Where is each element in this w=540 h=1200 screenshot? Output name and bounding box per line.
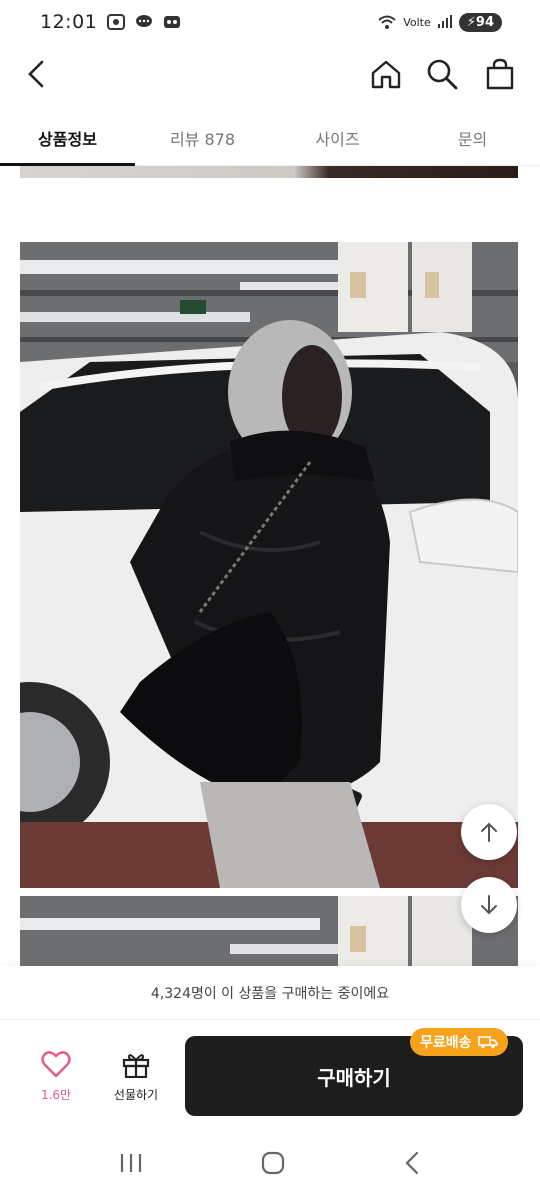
status-time: 12:01: [40, 11, 98, 33]
gallery-icon: [107, 14, 126, 30]
scroll-down-button[interactable]: [461, 877, 517, 933]
photo-illustration: [20, 242, 518, 888]
product-photo: [20, 242, 518, 888]
free-shipping-label: 무료배송: [420, 1035, 472, 1051]
battery-level: 94: [475, 14, 494, 30]
cart-button[interactable]: [480, 54, 520, 94]
home-system-button[interactable]: [260, 1150, 286, 1180]
back-system-button[interactable]: [402, 1150, 422, 1180]
truck-icon: [477, 1036, 498, 1049]
search-button[interactable]: [422, 54, 462, 94]
home-circle-icon: [261, 1151, 285, 1175]
gift-button[interactable]: 선물하기: [100, 1050, 172, 1103]
signal-icon: [437, 15, 452, 28]
status-right: Volte ⚡94: [377, 12, 502, 32]
photo-illustration-next: [20, 896, 518, 966]
shopping-bag-icon: [486, 58, 514, 90]
recent-apps-button[interactable]: [118, 1152, 144, 1178]
voicemail-icon: [164, 16, 181, 28]
search-icon: [427, 59, 458, 90]
home-icon: [371, 60, 401, 89]
heart-icon: [41, 1051, 71, 1078]
product-image-top-edge: [20, 166, 518, 178]
like-count: 1.6만: [40, 1088, 72, 1102]
chevron-left-icon: [28, 60, 44, 88]
status-bar: 12:01 Volte ⚡94: [0, 0, 540, 44]
tab-size[interactable]: 사이즈: [270, 110, 405, 165]
gift-icon: [122, 1054, 150, 1079]
free-shipping-badge: 무료배송: [410, 1028, 508, 1056]
like-button[interactable]: 1.6만: [20, 1050, 92, 1103]
tab-inquiry[interactable]: 문의: [405, 110, 540, 165]
wifi-icon: [378, 15, 396, 29]
arrow-down-icon: [481, 895, 497, 915]
battery-indicator: ⚡94: [458, 12, 502, 32]
home-button[interactable]: [366, 54, 406, 94]
system-navigation-bar: [0, 1130, 540, 1200]
message-icon: [136, 15, 153, 27]
arrow-up-icon: [481, 822, 497, 842]
buyers-count-banner: 4,324명이 이 상품을 구매하는 중이에요: [0, 966, 540, 1020]
purchase-action-bar: 1.6만 선물하기 구매하기 무료배송: [0, 1020, 540, 1130]
tab-product-info[interactable]: 상품정보: [0, 110, 135, 166]
buyers-count-text: 4,324명이 이 상품을 구매하는 중이에요: [150, 985, 390, 1002]
product-detail-content[interactable]: [0, 166, 540, 966]
back-chevron-icon: [405, 1151, 419, 1175]
product-tabs: 상품정보 리뷰 878 사이즈 문의: [0, 110, 540, 166]
scroll-up-button[interactable]: [461, 804, 517, 860]
top-navigation: [0, 44, 540, 104]
tab-reviews[interactable]: 리뷰 878: [135, 110, 270, 165]
product-photo-next: [20, 896, 518, 966]
network-label: Volte: [403, 15, 431, 29]
status-left: 12:01: [40, 11, 181, 33]
gift-label: 선물하기: [113, 1088, 159, 1102]
back-button[interactable]: [16, 54, 56, 94]
recent-apps-icon: [120, 1154, 142, 1172]
